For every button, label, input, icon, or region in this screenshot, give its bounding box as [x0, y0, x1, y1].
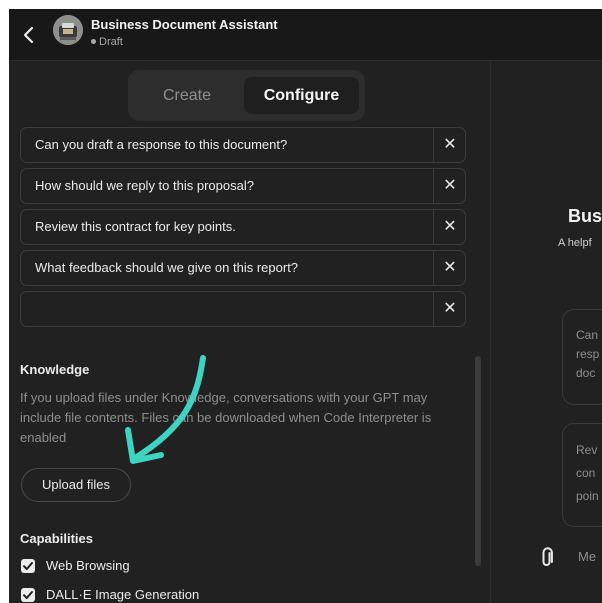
- checkbox-checked-icon[interactable]: [21, 559, 35, 573]
- conversation-starter-input[interactable]: How should we reply to this proposal?: [35, 169, 425, 203]
- gpt-avatar-icon: [53, 15, 83, 45]
- close-icon: ✕: [443, 136, 457, 153]
- close-icon: ✕: [443, 259, 457, 276]
- conversation-starter: ✕: [20, 291, 466, 327]
- tab-configure[interactable]: Configure: [244, 77, 359, 114]
- conversation-starter: Can you draft a response to this documen…: [20, 127, 466, 163]
- back-button[interactable]: [19, 25, 39, 45]
- remove-starter-button[interactable]: ✕: [434, 169, 466, 203]
- preview-panel: Bus A helpf Can resp doc Rev con poin Me: [492, 61, 602, 603]
- status-text: Draft: [99, 36, 123, 48]
- preview-starter-line: Rev: [576, 443, 598, 457]
- preview-starter-line: poin: [576, 489, 599, 503]
- conversation-starter-input[interactable]: [35, 292, 425, 326]
- conversation-starter: What feedback should we give on this rep…: [20, 250, 466, 286]
- remove-starter-button[interactable]: ✕: [434, 128, 466, 162]
- preview-starter-line: doc: [576, 366, 596, 380]
- preview-gpt-description: A helpf: [558, 237, 592, 249]
- close-icon: ✕: [443, 177, 457, 194]
- close-icon: ✕: [443, 300, 457, 317]
- paperclip-icon[interactable]: [539, 547, 555, 569]
- configure-panel: Create Configure Can you draft a respons…: [9, 61, 491, 603]
- header-bar: Business Document Assistant Draft: [9, 9, 602, 61]
- preview-starter-line: con: [576, 466, 596, 480]
- capability-label: DALL·E Image Generation: [46, 587, 200, 602]
- conversation-starter-input[interactable]: What feedback should we give on this rep…: [35, 251, 425, 285]
- preview-starter-line: Can: [576, 328, 599, 342]
- upload-files-button[interactable]: Upload files: [21, 468, 131, 502]
- conversation-starter-input[interactable]: Review this contract for key points.: [35, 210, 425, 244]
- status-dot: [91, 38, 96, 44]
- preview-starter-line: resp: [576, 347, 600, 361]
- preview-starter-card[interactable]: Can resp doc: [562, 309, 602, 405]
- gpt-title: Business Document Assistant: [91, 17, 278, 32]
- conversation-starter: How should we reply to this proposal? ✕: [20, 168, 466, 204]
- app-window: Business Document Assistant Draft Create…: [9, 9, 602, 603]
- checkbox-checked-icon[interactable]: [21, 588, 35, 602]
- preview-gpt-title: Bus: [568, 206, 602, 226]
- knowledge-description: If you upload files under Knowledge, con…: [20, 390, 432, 445]
- scrollbar[interactable]: [475, 356, 481, 566]
- preview-starter-card[interactable]: Rev con poin: [562, 423, 602, 527]
- capability-label: Web Browsing: [46, 558, 130, 573]
- draft-status: Draft: [91, 36, 123, 48]
- remove-starter-button[interactable]: ✕: [434, 251, 466, 285]
- gpt-avatar: [53, 15, 83, 45]
- capabilities-heading: Capabilities: [20, 531, 93, 546]
- remove-starter-button[interactable]: ✕: [434, 292, 466, 326]
- message-input[interactable]: Me: [578, 545, 602, 569]
- conversation-starter: Review this contract for key points. ✕: [20, 209, 466, 245]
- tab-create[interactable]: Create: [134, 77, 240, 114]
- conversation-starter-input[interactable]: Can you draft a response to this documen…: [35, 128, 425, 162]
- remove-starter-button[interactable]: ✕: [434, 210, 466, 244]
- close-icon: ✕: [443, 218, 457, 235]
- chevron-left-icon: [23, 26, 34, 44]
- mode-tabs: Create Configure: [128, 70, 365, 121]
- knowledge-heading: Knowledge: [20, 362, 90, 377]
